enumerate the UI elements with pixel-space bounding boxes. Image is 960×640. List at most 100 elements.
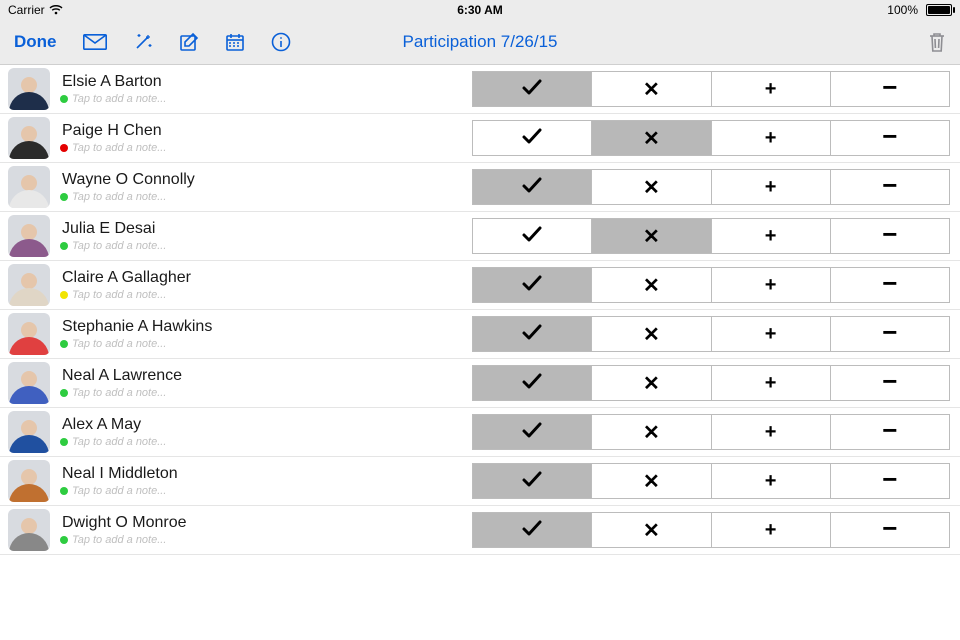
- student-name: Neal I Middleton: [62, 465, 472, 483]
- mark-absent-button[interactable]: ✕: [591, 267, 711, 303]
- note-placeholder: Tap to add a note...: [72, 191, 166, 203]
- student-info: Neal I Middleton Tap to add a note...: [50, 465, 472, 497]
- avatar[interactable]: [8, 68, 50, 110]
- trash-icon[interactable]: [928, 31, 946, 53]
- mark-absent-button[interactable]: ✕: [591, 169, 711, 205]
- mark-present-button[interactable]: [472, 512, 592, 548]
- calendar-icon[interactable]: [225, 32, 245, 52]
- status-dot-icon: [60, 536, 68, 544]
- increment-button[interactable]: +: [711, 316, 831, 352]
- participation-controls: ✕+−: [472, 316, 950, 352]
- avatar[interactable]: [8, 509, 50, 551]
- note-line[interactable]: Tap to add a note...: [60, 485, 472, 497]
- decrement-button[interactable]: −: [830, 218, 950, 254]
- note-line[interactable]: Tap to add a note...: [60, 387, 472, 399]
- increment-button[interactable]: +: [711, 463, 831, 499]
- status-dot-icon: [60, 389, 68, 397]
- mark-present-button[interactable]: [472, 316, 592, 352]
- list-item: Alex A MayTap to add a note...✕+−: [0, 408, 960, 457]
- student-name: Paige H Chen: [62, 122, 472, 140]
- avatar[interactable]: [8, 460, 50, 502]
- avatar[interactable]: [8, 313, 50, 355]
- note-line[interactable]: Tap to add a note...: [60, 240, 472, 252]
- avatar[interactable]: [8, 166, 50, 208]
- mark-present-button[interactable]: [472, 365, 592, 401]
- decrement-button[interactable]: −: [830, 463, 950, 499]
- participation-controls: ✕+−: [472, 267, 950, 303]
- note-placeholder: Tap to add a note...: [72, 289, 166, 301]
- increment-button[interactable]: +: [711, 365, 831, 401]
- mark-absent-button[interactable]: ✕: [591, 316, 711, 352]
- note-line[interactable]: Tap to add a note...: [60, 93, 472, 105]
- list-item: Neal I Middleton Tap to add a note... ✕+−: [0, 457, 960, 506]
- mark-absent-button[interactable]: ✕: [591, 218, 711, 254]
- note-placeholder: Tap to add a note...: [72, 142, 166, 154]
- student-info: Neal A Lawrence Tap to add a note...: [50, 367, 472, 399]
- decrement-button[interactable]: −: [830, 316, 950, 352]
- note-line[interactable]: Tap to add a note...: [60, 142, 472, 154]
- increment-button[interactable]: +: [711, 169, 831, 205]
- note-line[interactable]: Tap to add a note...: [60, 289, 472, 301]
- decrement-button[interactable]: −: [830, 267, 950, 303]
- note-line[interactable]: Tap to add a note...: [60, 436, 472, 448]
- compose-icon[interactable]: [179, 32, 199, 52]
- status-dot-icon: [60, 291, 68, 299]
- student-info: Julia E DesaiTap to add a note...: [50, 220, 472, 252]
- mark-absent-button[interactable]: ✕: [591, 365, 711, 401]
- avatar[interactable]: [8, 215, 50, 257]
- student-name: Stephanie A Hawkins: [62, 318, 472, 336]
- increment-button[interactable]: +: [711, 218, 831, 254]
- note-placeholder: Tap to add a note...: [72, 387, 166, 399]
- mark-present-button[interactable]: [472, 218, 592, 254]
- participation-controls: ✕+−: [472, 218, 950, 254]
- increment-button[interactable]: +: [711, 71, 831, 107]
- note-placeholder: Tap to add a note...: [72, 485, 166, 497]
- participation-controls: ✕+−: [472, 71, 950, 107]
- student-name: Neal A Lawrence: [62, 367, 472, 385]
- decrement-button[interactable]: −: [830, 71, 950, 107]
- student-info: Dwight O MonroeTap to add a note...: [50, 514, 472, 546]
- mark-present-button[interactable]: [472, 71, 592, 107]
- mark-absent-button[interactable]: ✕: [591, 512, 711, 548]
- mark-absent-button[interactable]: ✕: [591, 120, 711, 156]
- participation-controls: ✕+−: [472, 414, 950, 450]
- student-list: Elsie A BartonTap to add a note...✕+−Pai…: [0, 65, 960, 555]
- note-line[interactable]: Tap to add a note...: [60, 338, 472, 350]
- mark-absent-button[interactable]: ✕: [591, 414, 711, 450]
- increment-button[interactable]: +: [711, 512, 831, 548]
- status-dot-icon: [60, 487, 68, 495]
- note-line[interactable]: Tap to add a note...: [60, 191, 472, 203]
- avatar[interactable]: [8, 117, 50, 159]
- done-button[interactable]: Done: [14, 32, 57, 52]
- avatar[interactable]: [8, 411, 50, 453]
- avatar[interactable]: [8, 264, 50, 306]
- list-item: Paige H Chen Tap to add a note... ✕+−: [0, 114, 960, 163]
- mail-icon[interactable]: [83, 34, 107, 50]
- decrement-button[interactable]: −: [830, 512, 950, 548]
- decrement-button[interactable]: −: [830, 365, 950, 401]
- participation-controls: ✕+−: [472, 365, 950, 401]
- clock-label: 6:30 AM: [457, 3, 503, 17]
- student-info: Claire A GallagherTap to add a note...: [50, 269, 472, 301]
- decrement-button[interactable]: −: [830, 169, 950, 205]
- mark-present-button[interactable]: [472, 414, 592, 450]
- info-icon[interactable]: [271, 32, 291, 52]
- avatar[interactable]: [8, 362, 50, 404]
- magic-wand-icon[interactable]: [133, 32, 153, 52]
- increment-button[interactable]: +: [711, 414, 831, 450]
- mark-present-button[interactable]: [472, 169, 592, 205]
- mark-present-button[interactable]: [472, 267, 592, 303]
- mark-present-button[interactable]: [472, 463, 592, 499]
- participation-controls: ✕+−: [472, 120, 950, 156]
- student-info: Paige H Chen Tap to add a note...: [50, 122, 472, 154]
- decrement-button[interactable]: −: [830, 120, 950, 156]
- mark-present-button[interactable]: [472, 120, 592, 156]
- increment-button[interactable]: +: [711, 267, 831, 303]
- list-item: Neal A Lawrence Tap to add a note... ✕+−: [0, 359, 960, 408]
- increment-button[interactable]: +: [711, 120, 831, 156]
- mark-absent-button[interactable]: ✕: [591, 71, 711, 107]
- mark-absent-button[interactable]: ✕: [591, 463, 711, 499]
- note-line[interactable]: Tap to add a note...: [60, 534, 472, 546]
- note-placeholder: Tap to add a note...: [72, 93, 166, 105]
- decrement-button[interactable]: −: [830, 414, 950, 450]
